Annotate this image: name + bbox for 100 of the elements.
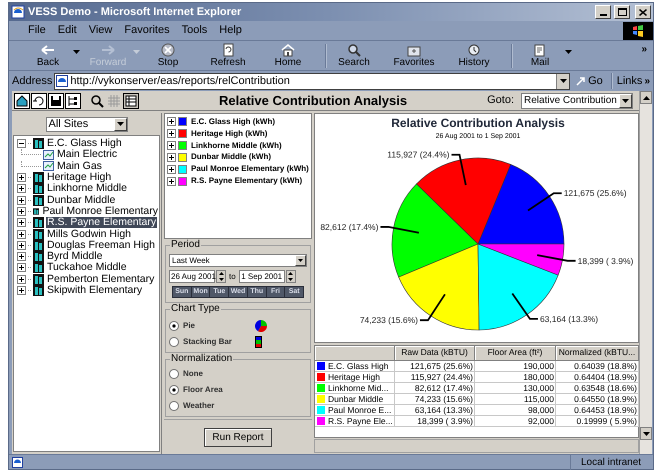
house-icon[interactable] — [14, 92, 30, 108]
toolbar-button[interactable]: History — [449, 42, 499, 68]
clock-icon — [466, 42, 482, 56]
leader-line — [528, 192, 562, 212]
radio-button[interactable] — [169, 385, 179, 395]
expand-toggle-icon[interactable] — [167, 117, 176, 126]
spinner-icon[interactable] — [216, 270, 226, 283]
expand-toggle-icon[interactable] — [17, 286, 26, 295]
period-dropdown[interactable]: Last Week — [169, 254, 307, 267]
expand-toggle-icon[interactable] — [17, 240, 26, 250]
table-cell: 115,927 (24.4%) — [395, 372, 475, 383]
date-field[interactable]: 26 Aug 2001 — [169, 270, 215, 283]
scroll-up-icon[interactable] — [640, 91, 652, 104]
run-report-button[interactable]: Run Report — [204, 428, 272, 446]
expand-toggle-icon[interactable] — [17, 139, 26, 148]
table-icon[interactable] — [123, 92, 139, 108]
tree-item[interactable]: Linkhorne Middle — [46, 183, 128, 194]
tree-item[interactable]: Main Electric — [56, 149, 118, 160]
close-button[interactable] — [635, 5, 651, 19]
menu-item[interactable]: Favorites — [119, 22, 175, 39]
slice-label: 82,612 (17.4%) — [320, 222, 378, 232]
tree-item[interactable]: Paul Monroe Elementary — [41, 206, 159, 217]
refresh-icon[interactable] — [31, 92, 47, 108]
column-header[interactable]: Floor Area (ft²) — [475, 346, 556, 361]
expand-toggle-icon[interactable] — [17, 206, 26, 216]
building-icon — [33, 183, 44, 194]
menu-item[interactable]: Help — [214, 22, 247, 39]
overflow-chevron[interactable]: » — [644, 74, 650, 88]
tree-item[interactable]: Douglas Freeman High — [46, 240, 156, 251]
radio-label: Stacking Bar — [183, 336, 233, 348]
expand-toggle-icon[interactable] — [17, 263, 26, 272]
links-button[interactable]: Links — [616, 72, 642, 90]
to-label: to — [228, 270, 237, 282]
expand-toggle-icon[interactable] — [167, 164, 176, 174]
date-field[interactable]: 1 Sep 2001 — [238, 270, 285, 283]
table-cell: Heritage High — [328, 372, 380, 382]
toolbar-button[interactable]: Stop — [143, 42, 193, 68]
overflow-chevron[interactable]: » — [641, 42, 653, 57]
expand-toggle-icon[interactable] — [17, 274, 26, 284]
tree-item[interactable]: Pemberton Elementary — [46, 274, 156, 285]
tree-item[interactable]: Heritage High — [46, 172, 112, 184]
leader-line — [420, 294, 446, 322]
site-filter-dropdown[interactable]: All Sites — [46, 116, 128, 132]
tree-item[interactable]: Mills Godwin High — [46, 228, 132, 240]
toolbar-button[interactable]: Search — [329, 42, 379, 68]
tree-icon[interactable] — [65, 92, 81, 108]
tree-item[interactable]: Skipwith Elementary — [46, 285, 144, 296]
expand-toggle-icon[interactable] — [17, 218, 26, 228]
vertical-scrollbar[interactable] — [639, 91, 652, 454]
maximize-icon — [618, 8, 626, 16]
expand-toggle-icon[interactable] — [167, 129, 176, 138]
address-field[interactable]: http://vykonserver/eas/reports/relContribution — [54, 72, 570, 90]
radio-button[interactable] — [169, 401, 179, 411]
tree-item[interactable]: Byrd Middle — [46, 251, 104, 262]
building-icon — [33, 172, 44, 184]
dropdown-arrow-icon[interactable] — [565, 50, 572, 54]
leader-line — [452, 154, 467, 186]
toolbar-button[interactable]: Home — [263, 42, 313, 68]
radio-label: Weather — [183, 400, 216, 412]
tree-item[interactable]: Dunbar Middle — [46, 194, 116, 206]
toolbar-button[interactable]: Favorites — [389, 42, 439, 68]
tree-item[interactable]: E.C. Glass High — [46, 138, 123, 150]
expand-toggle-icon[interactable] — [17, 173, 26, 182]
minimize-button[interactable] — [595, 5, 611, 19]
save-icon[interactable] — [48, 92, 64, 108]
zoom-icon[interactable] — [89, 92, 105, 108]
goto-dropdown[interactable]: Relative Contribution — [521, 92, 633, 108]
menu-item[interactable]: Tools — [176, 22, 212, 39]
expand-toggle-icon[interactable] — [167, 141, 176, 150]
column-header[interactable]: Raw Data (kBTU) — [395, 346, 475, 361]
legend-label: E.C. Glass High (kWh) — [191, 116, 276, 128]
tree-item[interactable]: R.S. Payne Elementary — [46, 217, 158, 228]
tree-item[interactable]: Main Gas — [56, 160, 103, 172]
menu-item[interactable]: Edit — [52, 22, 82, 39]
expand-toggle-icon[interactable] — [167, 152, 176, 162]
toolbar-button[interactable]: Mail — [515, 42, 565, 68]
tree-item[interactable]: Tuckahoe Middle — [46, 262, 128, 274]
toolbar-button[interactable]: Back — [23, 42, 73, 68]
table-cell: E.C. Glass High — [328, 361, 388, 371]
building-icon — [33, 274, 44, 285]
close-icon — [639, 8, 647, 16]
column-header[interactable]: Normalized (kBTU... — [556, 346, 639, 361]
radio-button[interactable] — [169, 337, 179, 347]
toolbar-button[interactable]: Refresh — [203, 42, 253, 68]
group-title: Chart Type — [170, 303, 221, 315]
menu-item[interactable]: View — [84, 22, 118, 39]
menu-item[interactable]: File — [23, 22, 51, 39]
expand-toggle-icon[interactable] — [17, 196, 26, 205]
expand-toggle-icon[interactable] — [17, 184, 26, 194]
expand-toggle-icon[interactable] — [17, 230, 26, 239]
radio-button[interactable] — [169, 369, 179, 379]
expand-toggle-icon[interactable] — [17, 252, 26, 262]
address-label: Address — [12, 74, 52, 89]
maximize-button[interactable] — [614, 5, 630, 19]
go-button[interactable]: Go — [572, 72, 607, 90]
scroll-down-icon[interactable] — [640, 427, 652, 440]
radio-button[interactable] — [169, 321, 179, 331]
dropdown-arrow-icon[interactable] — [73, 50, 80, 54]
spinner-icon[interactable] — [286, 270, 296, 283]
expand-toggle-icon[interactable] — [167, 176, 176, 186]
